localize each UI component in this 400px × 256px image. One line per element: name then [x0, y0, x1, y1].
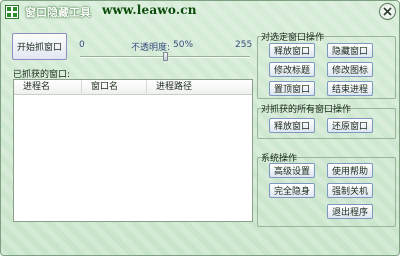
app-title: 窗口隐藏工具 — [25, 6, 91, 19]
pin-window-button[interactable]: 置顶窗口 — [269, 81, 315, 96]
opacity-labels: 0 不透明度: 50% 255 — [79, 40, 253, 53]
restore-all-windows-button[interactable]: 还原窗口 — [327, 118, 373, 133]
close-button[interactable] — [379, 3, 396, 20]
column-header-process-name[interactable]: 进程名 — [14, 80, 82, 95]
list-header: 进程名 窗口名 进程路径 — [14, 80, 252, 95]
column-header-window-name[interactable]: 窗口名 — [82, 80, 147, 95]
title-bar[interactable]: 窗口隐藏工具 www.leawo.cn — [1, 1, 399, 23]
captured-windows-list[interactable]: 进程名 窗口名 进程路径 — [13, 79, 253, 222]
app-logo-icon — [5, 5, 19, 19]
column-header-process-path[interactable]: 进程路径 — [147, 80, 252, 95]
hide-window-button[interactable]: 隐藏窗口 — [327, 43, 373, 58]
close-icon — [383, 7, 392, 16]
start-capture-button[interactable]: 开始抓窗口 — [12, 33, 67, 60]
all-windows-ops-title: 对抓获的所有窗口操作 — [261, 105, 352, 115]
release-all-windows-button[interactable]: 释放窗口 — [269, 118, 315, 133]
help-button[interactable]: 使用帮助 — [327, 163, 373, 178]
modify-title-button[interactable]: 修改标题 — [269, 62, 315, 77]
app-url: www.leawo.cn — [102, 3, 197, 17]
app-window: 窗口隐藏工具 www.leawo.cn 开始抓窗口 0 不透明度: 50% 25… — [0, 0, 400, 256]
force-shutdown-button[interactable]: 强制关机 — [327, 183, 373, 198]
end-process-button[interactable]: 结束进程 — [327, 81, 373, 96]
selected-window-ops-title: 对选定窗口操作 — [261, 33, 325, 43]
opacity-max-label: 255 — [235, 40, 253, 50]
opacity-value: 50% — [173, 40, 194, 50]
full-stealth-button[interactable]: 完全隐身 — [269, 183, 315, 198]
release-window-button[interactable]: 释放窗口 — [269, 43, 315, 58]
opacity-slider-thumb[interactable] — [163, 52, 168, 61]
advanced-settings-button[interactable]: 高级设置 — [269, 163, 315, 178]
modify-icon-button[interactable]: 修改图标 — [327, 62, 373, 77]
exit-program-button[interactable]: 退出程序 — [327, 204, 373, 219]
opacity-min-label: 0 — [79, 40, 85, 50]
